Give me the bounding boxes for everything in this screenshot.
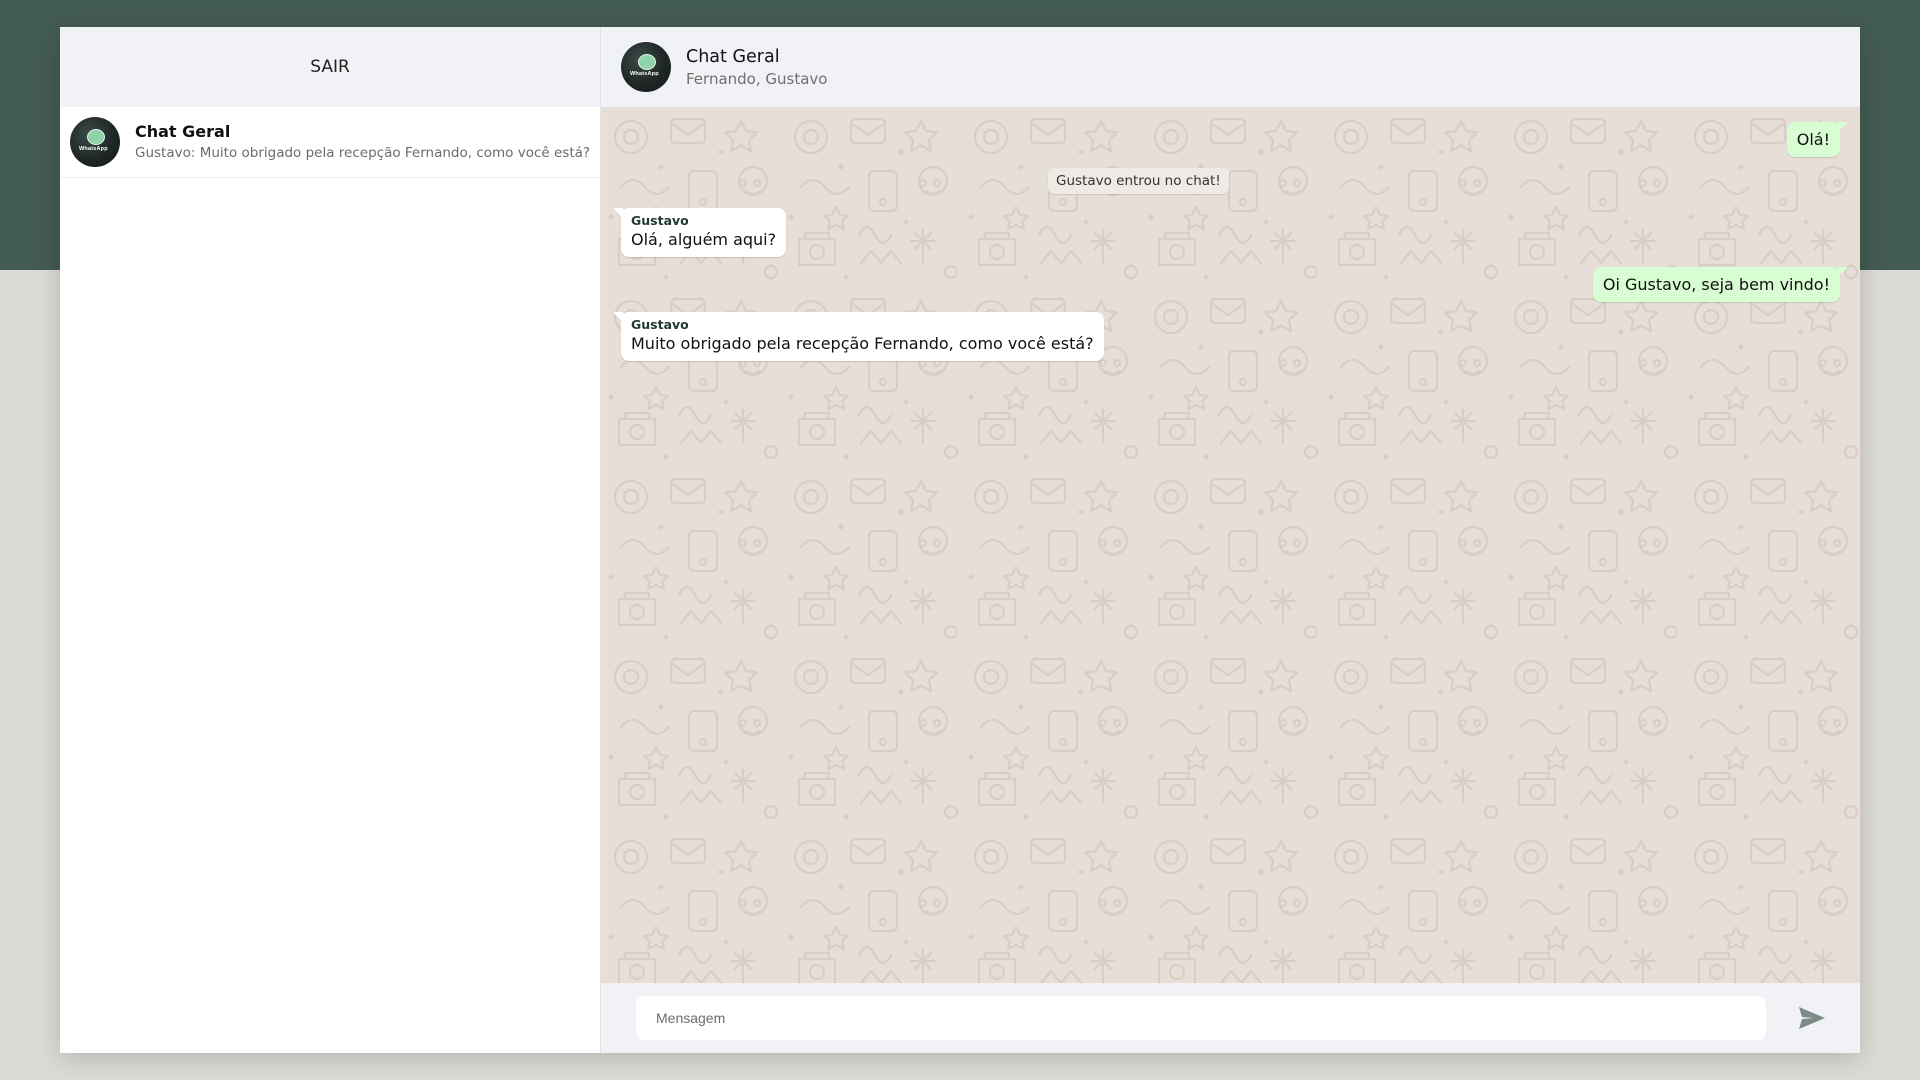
message-text: Olá! — [1796, 130, 1830, 149]
system-notification: Gustavo entrou no chat! — [1048, 168, 1229, 194]
sidebar-header: SAIR — [60, 27, 600, 107]
chat-panel: WhatsApp Chat Geral Fernando, Gustavo Ol… — [601, 27, 1860, 1053]
whatsapp-logo-avatar[interactable]: WhatsApp — [621, 42, 671, 92]
send-button[interactable] — [1766, 996, 1826, 1040]
message-text: Olá, alguém aqui? — [631, 230, 777, 249]
message-area[interactable]: Olá! Gustavo entrou no chat! Gustavo Olá… — [601, 107, 1860, 983]
logout-button[interactable]: SAIR — [310, 57, 350, 77]
message-bubble-outgoing: Oi Gustavo, seja bem vindo! — [1592, 267, 1848, 302]
message-sender: Gustavo — [631, 213, 689, 228]
chat-app: SAIR WhatsApp Chat Geral Gustavo: Muito … — [60, 27, 1860, 1053]
message-sender: Gustavo — [631, 317, 689, 332]
chat-list-item-text: Chat Geral Gustavo: Muito obrigado pela … — [135, 122, 590, 163]
whatsapp-logo-avatar: WhatsApp — [70, 117, 120, 167]
message-text: Muito obrigado pela recepção Fernando, c… — [631, 334, 1094, 353]
message-bubble-outgoing: Olá! — [1786, 122, 1848, 157]
chat-title: Chat Geral — [686, 46, 780, 67]
wallpaper-doodle-pattern — [601, 107, 1860, 983]
send-icon — [1799, 1007, 1825, 1029]
message-bubble-incoming: Gustavo Muito obrigado pela recepção Fer… — [613, 312, 1104, 361]
chat-header: WhatsApp Chat Geral Fernando, Gustavo — [601, 27, 1860, 107]
chat-header-text: Chat Geral Fernando, Gustavo — [686, 46, 827, 89]
chat-participants: Fernando, Gustavo — [686, 69, 828, 88]
message-composer — [601, 983, 1860, 1053]
message-bubble-incoming: Gustavo Olá, alguém aqui? — [613, 208, 787, 257]
chat-list-item-preview: Gustavo: Muito obrigado pela recepção Fe… — [135, 144, 591, 161]
chat-list-item[interactable]: WhatsApp Chat Geral Gustavo: Muito obrig… — [60, 107, 600, 178]
message-text: Oi Gustavo, seja bem vindo! — [1602, 275, 1830, 294]
chat-list-item-title: Chat Geral — [135, 121, 231, 141]
message-input[interactable] — [636, 996, 1766, 1040]
sidebar: SAIR WhatsApp Chat Geral Gustavo: Muito … — [60, 27, 601, 1053]
